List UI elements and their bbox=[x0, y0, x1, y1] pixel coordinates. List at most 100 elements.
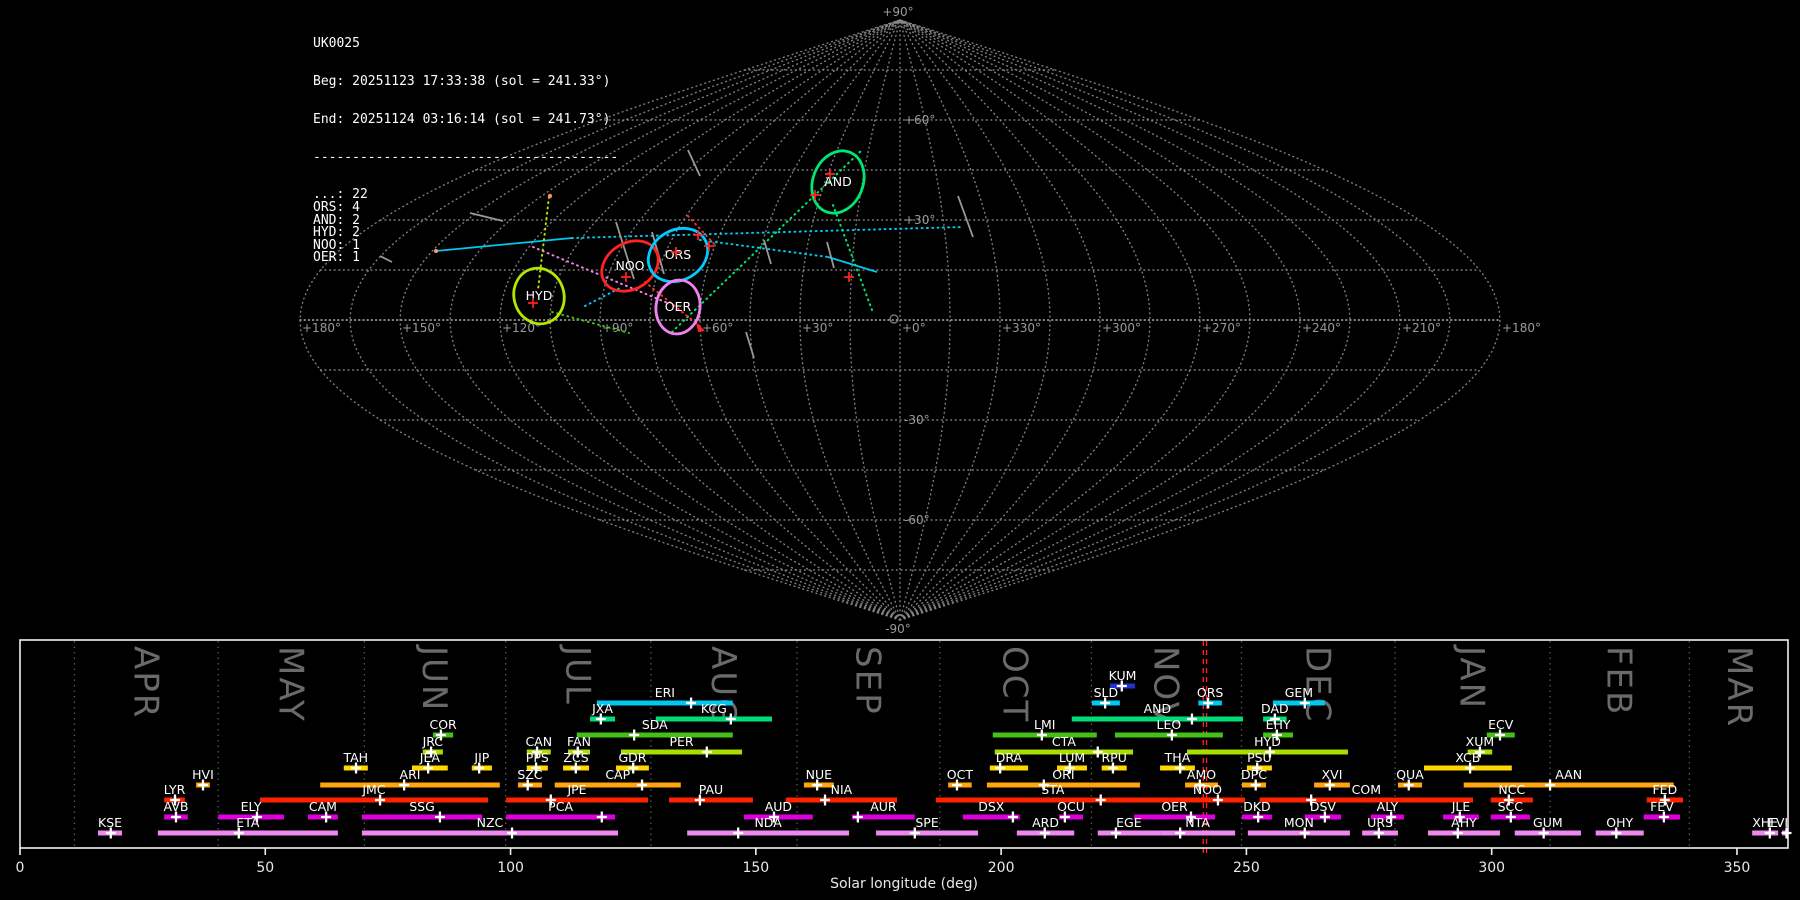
shower-code-PPS: PPS bbox=[526, 750, 549, 765]
month-label-MAR: MAR bbox=[1719, 646, 1759, 728]
shower-count-list: ...: 22 ORS: 4 AND: 2 HYD: 2 NOO: 1 OER: 1 bbox=[313, 189, 618, 265]
shower-code-FEV: FEV bbox=[1650, 799, 1674, 814]
x-tick-label: 100 bbox=[497, 860, 524, 876]
shower-bar-STA bbox=[935, 797, 1170, 803]
longitude-label: +270° bbox=[1202, 321, 1241, 335]
meteor-trail bbox=[826, 241, 835, 269]
shower-code-QUA: QUA bbox=[1396, 767, 1424, 782]
shower-code-EVI: EVI bbox=[1768, 815, 1788, 830]
radiant-label-OER: OER bbox=[665, 299, 692, 314]
shower-code-LUM: LUM bbox=[1059, 750, 1085, 765]
longitude-label: +30° bbox=[802, 321, 833, 335]
month-label-SEP: SEP bbox=[847, 646, 887, 716]
shower-code-SDA: SDA bbox=[642, 717, 668, 732]
peak-marker-DSX bbox=[1007, 811, 1018, 823]
peak-marker-NTA bbox=[1175, 827, 1186, 839]
shower-code-EHY: EHY bbox=[1266, 717, 1291, 732]
shower-code-OER: OER bbox=[1161, 799, 1188, 814]
meteor-trail bbox=[957, 195, 974, 238]
latitude-label: +90° bbox=[882, 5, 913, 19]
latitude-label: +30° bbox=[904, 213, 935, 227]
shower-code-SSG: SSG bbox=[409, 799, 435, 814]
longitude-label: +210° bbox=[1402, 321, 1441, 335]
peak-marker-PCA bbox=[596, 811, 607, 823]
shower-code-RPU: RPU bbox=[1102, 750, 1127, 765]
longitude-label: +180° bbox=[1502, 321, 1541, 335]
shower-bar-SPE bbox=[876, 830, 979, 836]
latitude-label: +60° bbox=[904, 113, 935, 127]
radiant-plus-mark bbox=[621, 272, 631, 282]
shower-code-CTA: CTA bbox=[1052, 734, 1076, 749]
shower-bar-NZC bbox=[361, 830, 618, 836]
shower-code-ORS: ORS bbox=[1197, 685, 1224, 700]
shower-code-GUM: GUM bbox=[1533, 815, 1563, 830]
shower-code-MON: MON bbox=[1284, 815, 1314, 830]
shower-code-NZC: NZC bbox=[477, 815, 504, 830]
longitude-label: +300° bbox=[1102, 321, 1141, 335]
x-tick-label: 150 bbox=[742, 860, 769, 876]
radiant-label-NOO: NOO bbox=[615, 258, 644, 273]
shower-code-NIA: NIA bbox=[831, 782, 853, 797]
shower-bar-NTA bbox=[1160, 830, 1236, 836]
shower-code-ERI: ERI bbox=[655, 685, 675, 700]
month-label-OCT: OCT bbox=[995, 646, 1035, 723]
shower-code-AAN: AAN bbox=[1555, 767, 1582, 782]
month-label-MAY: MAY bbox=[270, 646, 310, 723]
x-tick-label: 250 bbox=[1233, 860, 1260, 876]
obs-end-line: End: 20251124 03:16:14 (sol = 241.73°) bbox=[313, 111, 611, 127]
shower-code-ELY: ELY bbox=[241, 799, 262, 814]
shower-code-DKD: DKD bbox=[1243, 799, 1270, 814]
shower-bar-EGE bbox=[1097, 830, 1161, 836]
peak-marker-AUR bbox=[852, 811, 863, 823]
longitude-label: +0° bbox=[902, 321, 926, 335]
shower-code-AUR: AUR bbox=[870, 799, 897, 814]
radiant-map-screenshot: +180° +150° +120° +90° +60° +30° +0° +330° +300°… bbox=[0, 0, 1800, 900]
shower-code-PAU: PAU bbox=[699, 782, 723, 797]
shower-code-PSU: PSU bbox=[1247, 750, 1272, 765]
longitude-label: +330° bbox=[1002, 321, 1041, 335]
shower-code-NDA: NDA bbox=[754, 815, 782, 830]
shower-code-JPE: JPE bbox=[566, 782, 586, 797]
meteor-trail bbox=[763, 239, 772, 265]
shower-code-ALY: ALY bbox=[1377, 799, 1399, 814]
x-tick-label: 50 bbox=[256, 860, 274, 876]
shower-bar-COM bbox=[1259, 797, 1474, 803]
separator-line: --------------------------------------- bbox=[313, 149, 619, 165]
month-label-JUL: JUL bbox=[557, 644, 597, 706]
shower-code-DSV: DSV bbox=[1310, 799, 1337, 814]
shower-code-HYD: HYD bbox=[1254, 734, 1281, 749]
latitude-label: -30° bbox=[904, 413, 930, 427]
shower-code-STA: STA bbox=[1041, 782, 1065, 797]
shower-code-KCG: KCG bbox=[701, 701, 727, 716]
shower-code-OCT: OCT bbox=[947, 767, 974, 782]
month-label-APR: APR bbox=[125, 646, 165, 719]
shower-code-AMO: AMO bbox=[1187, 767, 1216, 782]
radiant-plus-mark bbox=[844, 272, 854, 282]
shower-code-COR: COR bbox=[429, 717, 457, 732]
longitude-label: +240° bbox=[1302, 321, 1341, 335]
peak-marker-CAP bbox=[637, 779, 648, 791]
shower-code-NCC: NCC bbox=[1498, 782, 1525, 797]
month-label-JUN: JUN bbox=[414, 644, 454, 712]
shower-bar-NDA bbox=[687, 830, 850, 836]
peak-marker-AND bbox=[1186, 713, 1197, 725]
shower-code-DPC: DPC bbox=[1241, 767, 1267, 782]
shower-bar-ARI bbox=[320, 782, 500, 788]
shower-code-PER: PER bbox=[669, 734, 693, 749]
scene-canvas: +180° +150° +120° +90° +60° +30° +0° +330° +300°… bbox=[16, 5, 1792, 892]
month-label-JAN: JAN bbox=[1452, 644, 1492, 710]
radiant-label-ORS: ORS bbox=[665, 247, 692, 262]
shower-code-CAP: CAP bbox=[605, 767, 630, 782]
shower-code-NUE: NUE bbox=[806, 767, 832, 782]
shower-bar-SSG bbox=[361, 814, 483, 820]
shower-count: OER: 1 bbox=[313, 250, 360, 266]
shower-code-FAN: FAN bbox=[567, 734, 591, 749]
peak-marker-STA bbox=[1095, 794, 1106, 806]
shower-bar-JMC bbox=[259, 797, 488, 803]
peak-marker-NZC bbox=[507, 827, 518, 839]
shower-code-LEO: LEO bbox=[1157, 717, 1182, 732]
shower-code-GEM: GEM bbox=[1285, 685, 1313, 700]
shower-code-AUD: AUD bbox=[765, 799, 792, 814]
shower-bar-MON bbox=[1247, 830, 1350, 836]
shower-code-OCU: OCU bbox=[1057, 799, 1085, 814]
